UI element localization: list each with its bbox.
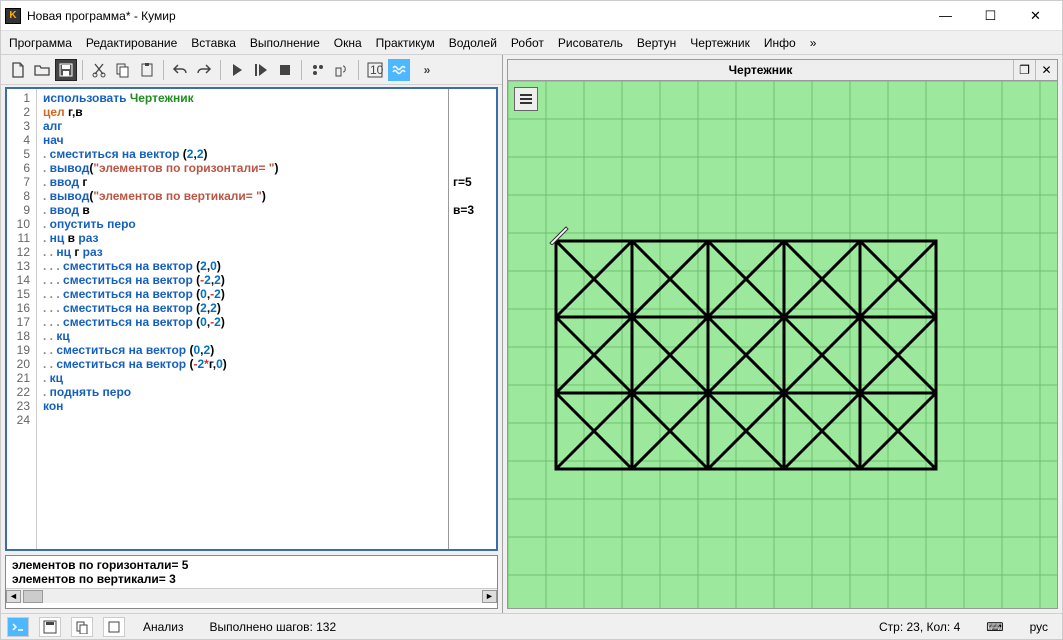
menu-0[interactable]: Программа bbox=[9, 36, 72, 50]
output-panel: элементов по горизонтали= 5элементов по … bbox=[5, 555, 498, 609]
code-line[interactable]: . . кц bbox=[43, 329, 442, 343]
canvas-menu-button[interactable] bbox=[514, 87, 538, 111]
code-line[interactable]: нач bbox=[43, 133, 442, 147]
code-line[interactable]: . ввод в bbox=[43, 203, 442, 217]
canvas-title: Чертежник bbox=[508, 63, 1013, 77]
output-hscrollbar[interactable]: ◄► bbox=[6, 588, 497, 603]
canvas-titlebar: Чертежник ❐ ✕ bbox=[507, 59, 1058, 81]
menu-5[interactable]: Практикум bbox=[376, 36, 435, 50]
titlebar: K Новая программа* - Кумир — ☐ ✕ bbox=[1, 1, 1062, 31]
drawing-canvas[interactable] bbox=[507, 81, 1058, 609]
new-file-button[interactable] bbox=[7, 59, 29, 81]
theme-button[interactable] bbox=[388, 59, 410, 81]
menu-2[interactable]: Вставка bbox=[191, 36, 236, 50]
code-line[interactable]: цел г,в bbox=[43, 105, 442, 119]
sb-save-button[interactable] bbox=[39, 617, 61, 637]
sb-console-button[interactable] bbox=[7, 617, 29, 637]
keyboard-icon: ⌨ bbox=[978, 620, 1011, 634]
tool-b-button[interactable] bbox=[331, 59, 353, 81]
code-line[interactable]: . . . сместиться на вектор (2,2) bbox=[43, 301, 442, 315]
output-line: элементов по горизонтали= 5 bbox=[12, 558, 491, 572]
code-line[interactable]: использовать Чертежник bbox=[43, 91, 442, 105]
undo-button[interactable] bbox=[169, 59, 191, 81]
code-line[interactable]: . ввод г bbox=[43, 175, 442, 189]
code-line[interactable]: . . . сместиться на вектор (0,-2) bbox=[43, 287, 442, 301]
code-line[interactable]: . поднять перо bbox=[43, 385, 442, 399]
toolbar-overflow-button[interactable]: » bbox=[416, 59, 438, 81]
canvas-restore-button[interactable]: ❐ bbox=[1013, 60, 1035, 80]
pen-icon bbox=[548, 221, 572, 245]
code-line[interactable]: . вывод("элементов по горизонтали= ") bbox=[43, 161, 442, 175]
menu-7[interactable]: Робот bbox=[511, 36, 544, 50]
cut-button[interactable] bbox=[88, 59, 110, 81]
menubar: Программа Редактирование Вставка Выполнение… bbox=[1, 31, 1062, 55]
code-area[interactable]: использовать Чертежникцел г,валгнач. сме… bbox=[37, 89, 448, 549]
save-file-button[interactable] bbox=[55, 59, 77, 81]
menu-11[interactable]: Инфо bbox=[764, 36, 796, 50]
code-line[interactable]: кон bbox=[43, 399, 442, 413]
minimize-button[interactable]: — bbox=[923, 2, 968, 30]
menu-6[interactable]: Водолей bbox=[449, 36, 497, 50]
code-line[interactable]: алг bbox=[43, 119, 442, 133]
tool-a-button[interactable] bbox=[307, 59, 329, 81]
code-line[interactable]: . . . сместиться на вектор (-2,2) bbox=[43, 273, 442, 287]
code-line[interactable]: . . . сместиться на вектор (2,0) bbox=[43, 259, 442, 273]
sb-copy-button[interactable] bbox=[71, 617, 93, 637]
maximize-button[interactable]: ☐ bbox=[968, 2, 1013, 30]
status-lang: рус bbox=[1022, 620, 1056, 634]
line-gutter: 123456789101112131415161718192021222324 bbox=[7, 89, 37, 549]
toolbar: 10 » bbox=[1, 55, 502, 85]
close-button[interactable]: ✕ bbox=[1013, 2, 1058, 30]
watch-margin: г=5 в=3 bbox=[448, 89, 496, 549]
menu-10[interactable]: Чертежник bbox=[690, 36, 750, 50]
linenum-button[interactable]: 10 bbox=[364, 59, 386, 81]
code-line[interactable]: . опустить перо bbox=[43, 217, 442, 231]
menu-4[interactable]: Окна bbox=[334, 36, 362, 50]
copy-button[interactable] bbox=[112, 59, 134, 81]
menu-8[interactable]: Рисователь bbox=[558, 36, 623, 50]
app-icon: K bbox=[5, 8, 21, 24]
svg-text:10: 10 bbox=[370, 63, 383, 77]
status-cursor-pos: Стр: 23, Кол: 4 bbox=[871, 620, 968, 634]
status-analysis: Анализ bbox=[135, 620, 192, 634]
redo-button[interactable] bbox=[193, 59, 215, 81]
code-line[interactable]: . . . сместиться на вектор (0,-2) bbox=[43, 315, 442, 329]
paste-button[interactable] bbox=[136, 59, 158, 81]
statusbar: Анализ Выполнено шагов: 132 Стр: 23, Кол… bbox=[1, 613, 1062, 639]
code-line[interactable]: . . сместиться на вектор (0,2) bbox=[43, 343, 442, 357]
canvas-close-button[interactable]: ✕ bbox=[1035, 60, 1057, 80]
code-line[interactable]: . . сместиться на вектор (-2*г,0) bbox=[43, 357, 442, 371]
output-line: элементов по вертикали= 3 bbox=[12, 572, 491, 586]
menu-3[interactable]: Выполнение bbox=[250, 36, 320, 50]
code-line[interactable]: . кц bbox=[43, 371, 442, 385]
sb-clear-button[interactable] bbox=[103, 617, 125, 637]
code-line[interactable]: . вывод("элементов по вертикали= ") bbox=[43, 189, 442, 203]
run-button[interactable] bbox=[226, 59, 248, 81]
open-file-button[interactable] bbox=[31, 59, 53, 81]
code-line[interactable]: . . нц г раз bbox=[43, 245, 442, 259]
code-editor[interactable]: 123456789101112131415161718192021222324 … bbox=[5, 87, 498, 551]
code-line[interactable]: . сместиться на вектор (2,2) bbox=[43, 147, 442, 161]
step-button[interactable] bbox=[250, 59, 272, 81]
menu-12[interactable]: » bbox=[810, 36, 817, 50]
window-title: Новая программа* - Кумир bbox=[27, 9, 923, 23]
code-line[interactable]: . нц в раз bbox=[43, 231, 442, 245]
stop-button[interactable] bbox=[274, 59, 296, 81]
status-steps: Выполнено шагов: 132 bbox=[202, 620, 345, 634]
menu-9[interactable]: Вертун bbox=[637, 36, 676, 50]
menu-1[interactable]: Редактирование bbox=[86, 36, 177, 50]
